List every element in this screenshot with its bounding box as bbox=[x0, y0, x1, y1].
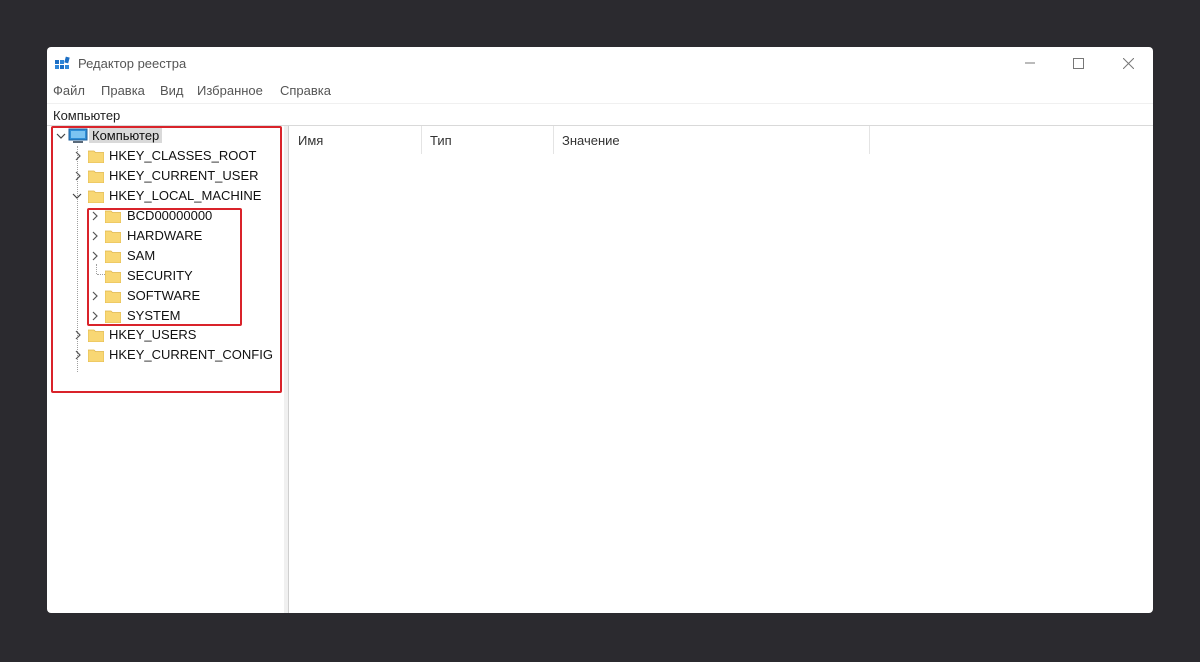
menu-file[interactable]: Файл bbox=[53, 83, 85, 98]
highlight-box-hklm-children bbox=[87, 208, 242, 326]
menu-bar: Файл Правка Вид Избранное Справка bbox=[47, 80, 1153, 102]
column-header-type[interactable]: Тип bbox=[421, 126, 554, 154]
minimize-icon bbox=[1025, 62, 1035, 64]
close-icon bbox=[1122, 57, 1134, 69]
tree-pane[interactable]: Компьютер HKEY_CLASSES_ROOT HKEY_CURRENT… bbox=[47, 126, 285, 613]
registry-editor-icon bbox=[55, 56, 70, 69]
column-header-label: Значение bbox=[562, 133, 620, 148]
menu-edit[interactable]: Правка bbox=[101, 83, 145, 98]
close-button[interactable] bbox=[1105, 47, 1151, 79]
menu-favorites[interactable]: Избранное bbox=[197, 83, 263, 98]
menu-view[interactable]: Вид bbox=[160, 83, 184, 98]
minimize-button[interactable] bbox=[1007, 47, 1053, 79]
maximize-icon bbox=[1072, 57, 1084, 69]
address-bar[interactable]: Компьютер bbox=[47, 103, 1153, 126]
menu-help[interactable]: Справка bbox=[280, 83, 331, 98]
column-header-label: Имя bbox=[298, 133, 324, 148]
address-path[interactable]: Компьютер bbox=[53, 108, 120, 123]
values-list-pane[interactable]: Имя Тип Значение bbox=[289, 126, 1153, 613]
column-header-name[interactable]: Имя bbox=[289, 126, 422, 154]
column-header-label: Тип bbox=[430, 133, 452, 148]
maximize-button[interactable] bbox=[1055, 47, 1101, 79]
title-bar[interactable]: Редактор реестра bbox=[47, 47, 1153, 79]
registry-editor-window: Редактор реестра Файл Правка Вид Избранн… bbox=[47, 47, 1153, 613]
column-header-value[interactable]: Значение bbox=[553, 126, 870, 154]
window-title: Редактор реестра bbox=[78, 56, 187, 71]
